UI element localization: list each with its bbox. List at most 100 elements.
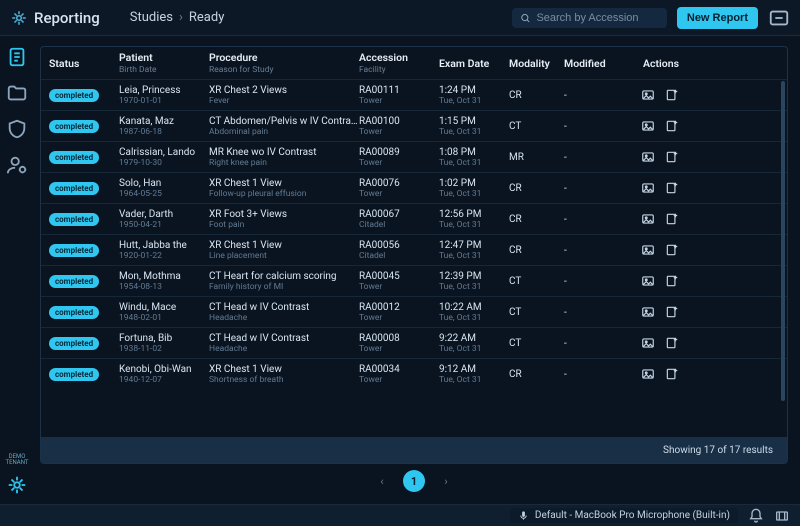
breadcrumb-root[interactable]: Studies (130, 10, 173, 25)
table-row[interactable]: completed Vader, Darth1950-04-21 XR Foot… (41, 203, 787, 234)
birth-date: 1954-08-13 (119, 282, 209, 292)
modality: CT (509, 338, 564, 349)
settings-gear-icon[interactable] (6, 474, 28, 496)
add-report-icon[interactable] (665, 212, 679, 226)
table-row[interactable]: completed Mon, Mothma1954-08-13 CT Heart… (41, 265, 787, 296)
table-row[interactable]: completed Kanata, Maz1987-06-18 CT Abdom… (41, 110, 787, 141)
exam-date: Tue, Oct 31 (439, 282, 509, 292)
sidebar-item-shield[interactable] (6, 118, 28, 140)
exam-time: 1:24 PM (439, 85, 509, 96)
add-report-icon[interactable] (665, 274, 679, 288)
birth-date: 1920-01-22 (119, 251, 209, 261)
exam-date: Tue, Oct 31 (439, 344, 509, 354)
add-report-icon[interactable] (665, 367, 679, 381)
procedure-name: CT Abdomen/Pelvis w IV Contrast (209, 116, 359, 127)
col-exam-date[interactable]: Exam Date (439, 57, 509, 70)
image-icon[interactable] (641, 243, 655, 257)
modified: - (564, 90, 619, 101)
status-pill: completed (49, 213, 99, 226)
page-prev[interactable]: ‹ (371, 470, 393, 492)
facility: Tower (359, 375, 439, 385)
scrollbar[interactable] (781, 81, 785, 401)
bell-icon[interactable] (748, 508, 764, 524)
accession-number: RA00012 (359, 302, 439, 313)
add-report-icon[interactable] (665, 305, 679, 319)
status-pill: completed (49, 89, 99, 102)
add-report-icon[interactable] (665, 243, 679, 257)
col-accession[interactable]: AccessionFacility (359, 51, 439, 75)
patient-name: Kanata, Maz (119, 116, 209, 127)
search-box[interactable] (512, 8, 667, 28)
exam-date: Tue, Oct 31 (439, 189, 509, 199)
procedure-name: MR Knee wo IV Contrast (209, 147, 359, 158)
image-icon[interactable] (641, 367, 655, 381)
patient-name: Solo, Han (119, 178, 209, 189)
procedure-name: XR Chest 1 View (209, 240, 359, 251)
modified: - (564, 245, 619, 256)
image-icon[interactable] (641, 274, 655, 288)
table-row[interactable]: completed Solo, Han1964-05-25 XR Chest 1… (41, 172, 787, 203)
facility: Tower (359, 189, 439, 199)
status-pill: completed (49, 151, 99, 164)
image-icon[interactable] (641, 119, 655, 133)
image-icon[interactable] (641, 88, 655, 102)
exam-date: Tue, Oct 31 (439, 96, 509, 106)
brand-name: Reporting (34, 9, 100, 27)
page-next[interactable]: › (435, 470, 457, 492)
col-patient[interactable]: PatientBirth Date (119, 51, 209, 75)
image-icon[interactable] (641, 212, 655, 226)
image-icon[interactable] (641, 305, 655, 319)
patient-name: Fortuna, Bib (119, 333, 209, 344)
image-icon[interactable] (641, 150, 655, 164)
add-report-icon[interactable] (665, 150, 679, 164)
table-header: Status PatientBirth Date ProcedureReason… (41, 47, 787, 79)
reason: Follow-up pleural effusion (209, 189, 359, 199)
image-icon[interactable] (641, 181, 655, 195)
search-input[interactable] (536, 12, 658, 24)
table-row[interactable]: completed Calrissian, Lando1979-10-30 MR… (41, 141, 787, 172)
expand-icon[interactable] (774, 508, 790, 524)
add-report-icon[interactable] (665, 88, 679, 102)
add-report-icon[interactable] (665, 336, 679, 350)
table-body: completed Leia, Princess1970-01-01 XR Ch… (41, 79, 787, 437)
table-row[interactable]: completed Windu, Mace1948-02-01 CT Head … (41, 296, 787, 327)
table-row[interactable]: completed Kenobi, Obi-Wan1940-12-07 XR C… (41, 358, 787, 389)
reason: Fever (209, 96, 359, 106)
announce-icon[interactable] (768, 7, 790, 29)
mic-label: Default - MacBook Pro Microphone (Built-… (535, 510, 730, 521)
exam-time: 12:47 PM (439, 240, 509, 251)
col-procedure[interactable]: ProcedureReason for Study (209, 51, 359, 75)
add-report-icon[interactable] (665, 181, 679, 195)
col-modified[interactable]: Modified (564, 57, 619, 70)
col-modality[interactable]: Modality (509, 57, 564, 70)
facility: Tower (359, 344, 439, 354)
main-panel: Status PatientBirth Date ProcedureReason… (34, 36, 800, 504)
image-icon[interactable] (641, 336, 655, 350)
sidebar-item-user-settings[interactable] (6, 154, 28, 176)
table-row[interactable]: completed Fortuna, Bib1938-11-02 CT Head… (41, 327, 787, 358)
add-report-icon[interactable] (665, 119, 679, 133)
table-row[interactable]: completed Hutt, Jabba the1920-01-22 XR C… (41, 234, 787, 265)
sidebar-item-worklist[interactable] (6, 46, 28, 68)
modality: CR (509, 369, 564, 380)
facility: Tower (359, 96, 439, 106)
brand-icon (10, 9, 28, 27)
procedure-name: XR Chest 2 Views (209, 85, 359, 96)
sidebar-item-folder[interactable] (6, 82, 28, 104)
modality: CR (509, 214, 564, 225)
mic-selector[interactable]: Default - MacBook Pro Microphone (Built-… (510, 508, 738, 523)
patient-name: Hutt, Jabba the (119, 240, 209, 251)
brand: Reporting (10, 9, 100, 27)
modality: CT (509, 121, 564, 132)
table-row[interactable]: completed Leia, Princess1970-01-01 XR Ch… (41, 79, 787, 110)
exam-time: 9:22 AM (439, 333, 509, 344)
exam-date: Tue, Oct 31 (439, 313, 509, 323)
exam-date: Tue, Oct 31 (439, 251, 509, 261)
patient-name: Windu, Mace (119, 302, 209, 313)
col-status[interactable]: Status (49, 57, 119, 70)
procedure-name: XR Chest 1 View (209, 364, 359, 375)
page-current[interactable]: 1 (403, 470, 425, 492)
reason: Foot pain (209, 220, 359, 230)
facility: Tower (359, 158, 439, 168)
new-report-button[interactable]: New Report (677, 7, 758, 29)
